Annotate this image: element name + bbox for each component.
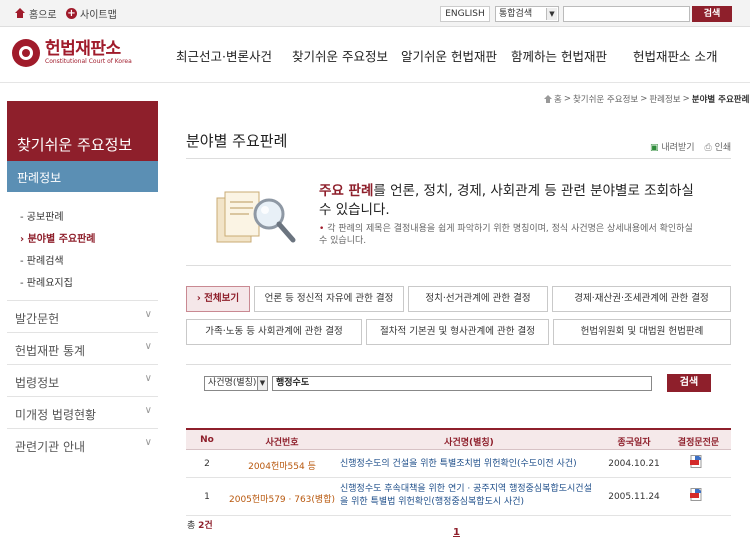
category-constitutional-committee[interactable]: 헌법위원회 및 대법원 헌법판례 xyxy=(553,319,731,345)
chevron-down-icon: ∨ xyxy=(144,437,152,448)
row-no: 1 xyxy=(204,492,210,502)
home-link-label: 홈으로 xyxy=(29,10,57,21)
site-logo[interactable]: 헌법재판소 Constitutional Court of Korea xyxy=(12,39,132,67)
sidebar-menu-statistics[interactable]: 헌법재판 통계 ∨ xyxy=(7,332,158,364)
sidebar-item-summary[interactable]: - 판례요지집 xyxy=(20,274,73,289)
col-header-case-no: 사건번호 xyxy=(265,438,299,448)
sitemap-link-label: 사이트맵 xyxy=(80,10,117,21)
row-date: 2005.11.24 xyxy=(608,492,660,502)
logo-title: 헌법재판소 xyxy=(45,39,121,59)
plus-icon: + xyxy=(66,8,77,19)
breadcrumb-current: 분야별 주요판례 xyxy=(691,95,750,105)
divider xyxy=(186,158,731,159)
download-button[interactable]: ▣ 내려받기 xyxy=(650,140,695,153)
row-case-no[interactable]: 2004헌마554 등 xyxy=(228,459,336,472)
nav-about[interactable]: 헌법재판소 소개 xyxy=(633,46,717,65)
sidebar-item-search[interactable]: - 판례검색 xyxy=(20,252,64,267)
col-header-full-text: 결정문전문 xyxy=(677,438,720,448)
home-icon xyxy=(14,8,26,19)
chevron-down-icon: ∨ xyxy=(144,373,152,384)
nav-recent-cases[interactable]: 최근선고·변론사건 xyxy=(176,46,272,65)
court-emblem-icon xyxy=(12,39,40,67)
search-scope-value: 통합검색 xyxy=(499,9,533,19)
sidebar-title: 찾기쉬운 주요정보 xyxy=(7,101,158,161)
sitemap-link[interactable]: + 사이트맵 xyxy=(66,6,117,21)
chevron-down-icon: ∨ xyxy=(144,341,152,352)
row-case-no[interactable]: 2005헌마579 · 763(병합) xyxy=(228,492,336,505)
table-header: No 사건번호 사건명(별칭) 종국일자 결정문전문 xyxy=(186,428,731,450)
col-header-date: 종국일자 xyxy=(617,438,651,448)
breadcrumb-key-info[interactable]: 찾기쉬운 주요정보 xyxy=(573,93,638,105)
sidebar-menu-agencies[interactable]: 관련기관 안내 ∨ xyxy=(7,428,158,460)
category-economy-property-tax[interactable]: 경제·재산권·조세관계에 관한 결정 xyxy=(552,286,731,312)
sidebar-item-by-field[interactable]: › 분야별 주요판례 xyxy=(20,230,96,245)
download-icon: ▣ xyxy=(650,143,659,153)
category-politics-election[interactable]: 정치·선거관계에 관한 결정 xyxy=(408,286,548,312)
top-utility-bar: 홈으로 + 사이트맵 ENGLISH 통합검색 ▼ 검색 xyxy=(0,0,750,27)
global-search-input[interactable] xyxy=(563,6,690,22)
chevron-down-icon: ▼ xyxy=(257,377,267,390)
nav-together[interactable]: 함께하는 헌법재판 xyxy=(511,46,607,65)
divider xyxy=(186,364,731,365)
intro-note: • 각 판례의 제목은 결정내용을 쉽게 파악하기 위한 명칭이며, 정식 사건… xyxy=(319,224,693,246)
sidebar-menu-unrevised[interactable]: 미개정 법령현황 ∨ xyxy=(7,396,158,428)
chevron-down-icon: ∨ xyxy=(144,309,152,320)
page-tools: ▣ 내려받기 ⎙ 인쇄 xyxy=(650,140,731,153)
search-input[interactable]: 행정수도 xyxy=(272,376,652,391)
sidebar-menu-laws[interactable]: 법령정보 ∨ xyxy=(7,364,158,396)
print-icon: ⎙ xyxy=(704,143,712,153)
row-case-name[interactable]: 신행정수도 후속대책을 위한 연기 · 공주지역 행정중심복합도시건설을 위한 … xyxy=(340,483,600,509)
print-button[interactable]: ⎙ 인쇄 xyxy=(705,140,732,153)
category-family-labor[interactable]: 가족·노동 등 사회관계에 관한 결정 xyxy=(186,319,362,345)
breadcrumb-precedents[interactable]: 판례정보 xyxy=(649,93,680,105)
search-field-select[interactable]: 사건명(별칭) ▼ xyxy=(204,376,268,391)
row-date: 2004.10.21 xyxy=(608,459,660,469)
pdf-icon[interactable] xyxy=(690,455,703,468)
breadcrumb-home[interactable]: 홈 xyxy=(554,93,562,105)
sidebar-section-precedents[interactable]: 판례정보 xyxy=(7,161,158,192)
chevron-down-icon: ▼ xyxy=(546,8,557,20)
sidebar-menu-publications[interactable]: 발간문헌 ∨ xyxy=(7,300,158,332)
pdf-icon[interactable] xyxy=(690,488,703,501)
search-field-value: 사건명(별칭) xyxy=(208,378,257,388)
result-total: 총 2건 xyxy=(187,521,213,531)
logo-subtitle: Constitutional Court of Korea xyxy=(45,58,132,65)
page-title: 분야별 주요판례 xyxy=(186,132,288,150)
search-scope-select[interactable]: 통합검색 ▼ xyxy=(495,6,559,22)
table-row: 1 2005헌마579 · 763(병합) 신행정수도 후속대책을 위한 연기 … xyxy=(186,479,731,516)
col-header-case-name: 사건명(별칭) xyxy=(444,438,494,448)
english-button[interactable]: ENGLISH xyxy=(440,6,490,22)
global-search-button[interactable]: 검색 xyxy=(692,6,732,22)
intro-heading: 주요 판례를 언론, 정치, 경제, 사회관계 등 관련 분야별로 조회하실 수… xyxy=(319,183,694,218)
home-icon xyxy=(544,95,552,103)
category-all[interactable]: › 전체보기 xyxy=(186,286,250,312)
home-link[interactable]: 홈으로 xyxy=(14,6,57,21)
category-freedom-of-expression[interactable]: 언론 등 정신적 자유에 관한 결정 xyxy=(254,286,404,312)
row-no: 2 xyxy=(204,459,210,469)
nav-easy-trial[interactable]: 알기쉬운 헌법재판 xyxy=(401,46,497,65)
chevron-down-icon: ∨ xyxy=(144,405,152,416)
category-procedure-criminal[interactable]: 절차적 기본권 및 형사관계에 관한 결정 xyxy=(366,319,549,345)
divider xyxy=(186,265,731,266)
breadcrumb: 홈 > 찾기쉬운 주요정보 > 판례정보 > 분야별 주요판례 xyxy=(544,93,749,105)
site-header: 헌법재판소 Constitutional Court of Korea 최근선고… xyxy=(0,28,750,83)
table-row: 2 2004헌마554 등 신행정수도의 건설을 위한 특별조치법 위헌확인(수… xyxy=(186,451,731,478)
nav-key-info[interactable]: 찾기쉬운 주요정보 xyxy=(292,46,388,65)
row-case-name[interactable]: 신행정수도의 건설을 위한 특별조치법 위헌확인(수도이전 사건) xyxy=(340,458,602,471)
sidebar-item-gazette[interactable]: - 공보판례 xyxy=(20,208,64,223)
document-search-illustration-icon xyxy=(216,191,296,243)
pagination-page-1[interactable]: 1 xyxy=(453,527,460,538)
search-button[interactable]: 검색 xyxy=(667,374,711,392)
col-header-no: No xyxy=(200,435,214,445)
